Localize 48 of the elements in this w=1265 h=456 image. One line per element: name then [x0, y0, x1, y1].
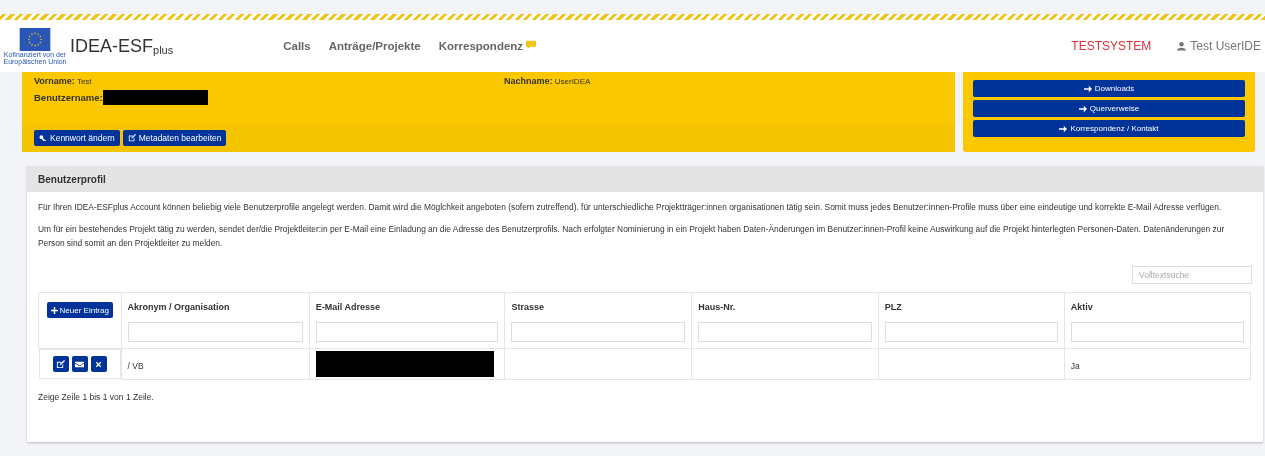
- envelope-icon: [75, 359, 84, 369]
- link-button[interactable]: Querverweise: [973, 100, 1245, 117]
- filter-field[interactable]: [1070, 322, 1244, 342]
- plus-icon: [50, 306, 58, 314]
- info-paragraph: Um für ein bestehendes Projekt tätig zu werden, sendet der/die Projektleiter:in per E-Mail eine Einladung an die Adresse des Benutzerprofils. Nach erfolgter Nominierung in ein Projekt haben Daten-Änderungen im Benutzer:innen-Profil keine Auswirkung auf die Projekt hinterlegten Personen-Daten. Datenänderungen zur Person sind somit an den Projektleiter zu melden.: [38, 223, 1226, 250]
- arrow-right-icon: [1078, 104, 1087, 113]
- search-field[interactable]: Volltextsuche: [1132, 266, 1252, 284]
- arrow-right-icon: [1059, 124, 1068, 133]
- filter-field[interactable]: [511, 322, 686, 342]
- nav-link[interactable]: Anträge/Projekte: [328, 40, 421, 52]
- column-header: Strasse: [511, 302, 545, 312]
- user-field: Vorname: Test: [34, 76, 504, 86]
- new-entry-button[interactable]: Neuer Eintrag: [46, 302, 113, 318]
- filter-field[interactable]: [315, 322, 499, 342]
- info-paragraph: Für Ihren IDEA-ESFplus Account können beliebig viele Benutzerprofile angelegt werden. Damit wird die Möglchkeit angeboten (sofern zutreffend). für unterschiedliche Projektträger:innen organisationen tätig sein. Somit muss jedes Benutzer:innen-Profile muss über eine eindeutige und korrekte E-Mail Adresse verfügen.: [38, 201, 1223, 214]
- table-cell: / VB: [127, 361, 144, 371]
- edit-icon: [127, 134, 136, 142]
- mail-button[interactable]: [71, 356, 88, 372]
- nav-link[interactable]: Calls: [283, 40, 311, 52]
- app-name: IDEA-ESF$_{plus}$: [70, 35, 174, 57]
- close-icon: [94, 359, 103, 369]
- card-title: Benutzerprofil: [38, 173, 106, 185]
- system-label: TESTSYSTEM: [1071, 39, 1152, 53]
- panel-button[interactable]: Kennwort ändern: [34, 130, 120, 146]
- link-button[interactable]: Korrespondenz / Kontakt: [973, 120, 1245, 137]
- column-header: PLZ: [884, 302, 903, 312]
- column-header: Haus-Nr.: [698, 302, 737, 312]
- link-button[interactable]: Downloads: [973, 80, 1245, 97]
- arrow-right-icon: [1083, 84, 1092, 93]
- table-cell: Ja: [1070, 361, 1080, 371]
- filter-field[interactable]: [127, 322, 303, 342]
- key-icon: [39, 134, 47, 142]
- user-icon: [1177, 41, 1187, 51]
- column-header: E-Mail Adresse: [315, 302, 381, 312]
- delete-button[interactable]: [90, 356, 107, 372]
- filter-field[interactable]: [698, 322, 872, 342]
- edit-icon: [56, 359, 65, 369]
- column-header: Akronym / Organisation: [127, 302, 231, 312]
- username-label: Benutzername:: [34, 92, 103, 103]
- nav-link[interactable]: Korrespondenz: [438, 40, 538, 52]
- user-menu[interactable]: Test UserIDE: [1177, 39, 1261, 53]
- table-summary: Zeige Zeile 1 bis 1 von 1 Zeile.: [38, 392, 155, 402]
- eu-flag-icon: [19, 27, 51, 51]
- edit-button[interactable]: [52, 356, 69, 372]
- filter-field[interactable]: [884, 322, 1058, 342]
- column-header: Aktiv: [1070, 302, 1094, 312]
- user-field: Nachname: UserIDEA: [504, 76, 591, 86]
- panel-button[interactable]: Metadaten bearbeiten: [122, 130, 227, 146]
